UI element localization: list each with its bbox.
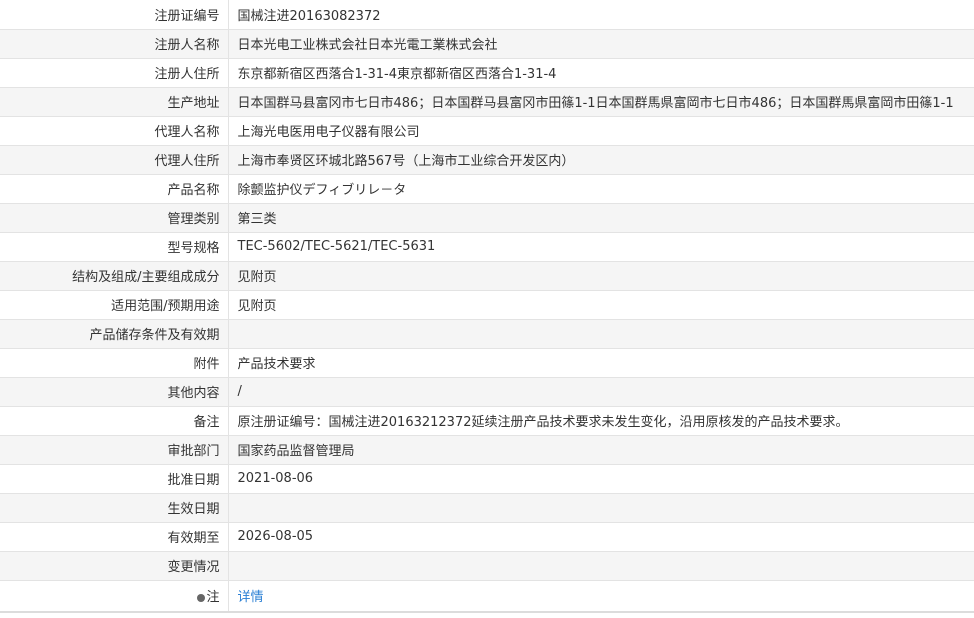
table-row: 注册人住所 东京都新宿区西落合1-31-4東京都新宿区西落合1-31-4 bbox=[0, 58, 974, 88]
field-value: 国家药品监督管理局 bbox=[228, 435, 974, 465]
field-value: 日本国群马县富冈市七日市486；日本国群马县富冈市田篠1-1日本国群馬県富岡市七… bbox=[228, 87, 974, 117]
field-label: 型号规格 bbox=[0, 232, 229, 262]
field-value bbox=[228, 493, 974, 523]
field-label: 有效期至 bbox=[0, 522, 229, 552]
table-row: 型号规格 TEC-5602/TEC-5621/TEC-5631 bbox=[0, 232, 974, 262]
table-row: 产品储存条件及有效期 bbox=[0, 319, 974, 349]
table-row: 产品名称 除颤监护仪デフィブリレ－タ bbox=[0, 174, 974, 204]
field-value: 原注册证编号：国械注进20163212372延续注册产品技术要求未发生变化，沿用… bbox=[228, 406, 974, 436]
table-row: 变更情况 bbox=[0, 551, 974, 581]
record-table-body: 注册证编号 国械注进20163082372 注册人名称 日本光电工业株式会社日本… bbox=[0, 0, 974, 613]
table-row: 注册人名称 日本光电工业株式会社日本光電工業株式会社 bbox=[0, 29, 974, 59]
field-value: 上海光电医用电子仪器有限公司 bbox=[228, 116, 974, 146]
pin-icon bbox=[197, 594, 206, 603]
field-value: 2026-08-05 bbox=[228, 522, 974, 552]
field-label: 产品名称 bbox=[0, 174, 229, 204]
field-label: 代理人住所 bbox=[0, 145, 229, 175]
field-label: 结构及组成/主要组成成分 bbox=[0, 261, 229, 291]
table-row: 其他内容 / bbox=[0, 377, 974, 407]
field-label: 注册证编号 bbox=[0, 0, 229, 30]
field-value: 上海市奉贤区环城北路567号（上海市工业综合开发区内） bbox=[228, 145, 974, 175]
table-row: 注册证编号 国械注进20163082372 bbox=[0, 0, 974, 30]
field-label: 管理类别 bbox=[0, 203, 229, 233]
table-row: 代理人住所 上海市奉贤区环城北路567号（上海市工业综合开发区内） bbox=[0, 145, 974, 175]
field-label: 适用范围/预期用途 bbox=[0, 290, 229, 320]
table-row: 附件 产品技术要求 bbox=[0, 348, 974, 378]
field-value: 除颤监护仪デフィブリレ－タ bbox=[228, 174, 974, 204]
detail-link[interactable]: 详情 bbox=[238, 590, 264, 605]
note-label-cell: 注 bbox=[0, 580, 229, 613]
table-row: 结构及组成/主要组成成分 见附页 bbox=[0, 261, 974, 291]
note-row: 注 详情 bbox=[0, 580, 974, 613]
field-label: 注册人住所 bbox=[0, 58, 229, 88]
table-row: 批准日期 2021-08-06 bbox=[0, 464, 974, 494]
field-label: 批准日期 bbox=[0, 464, 229, 494]
field-value bbox=[228, 319, 974, 349]
field-value: 东京都新宿区西落合1-31-4東京都新宿区西落合1-31-4 bbox=[228, 58, 974, 88]
table-row: 代理人名称 上海光电医用电子仪器有限公司 bbox=[0, 116, 974, 146]
field-label: 审批部门 bbox=[0, 435, 229, 465]
note-value-cell: 详情 bbox=[228, 580, 974, 613]
table-row: 生效日期 bbox=[0, 493, 974, 523]
field-label: 其他内容 bbox=[0, 377, 229, 407]
field-value: TEC-5602/TEC-5621/TEC-5631 bbox=[228, 232, 974, 262]
field-value: 产品技术要求 bbox=[228, 348, 974, 378]
field-label: 备注 bbox=[0, 406, 229, 436]
table-row: 生产地址 日本国群马县富冈市七日市486；日本国群马县富冈市田篠1-1日本国群馬… bbox=[0, 87, 974, 117]
table-row: 审批部门 国家药品监督管理局 bbox=[0, 435, 974, 465]
field-value: 见附页 bbox=[228, 290, 974, 320]
table-row: 管理类别 第三类 bbox=[0, 203, 974, 233]
field-value: 见附页 bbox=[228, 261, 974, 291]
field-value bbox=[228, 551, 974, 581]
table-row: 备注 原注册证编号：国械注进20163212372延续注册产品技术要求未发生变化… bbox=[0, 406, 974, 436]
field-label: 代理人名称 bbox=[0, 116, 229, 146]
table-row: 适用范围/预期用途 见附页 bbox=[0, 290, 974, 320]
field-value: 第三类 bbox=[228, 203, 974, 233]
field-value: / bbox=[228, 377, 974, 407]
field-value: 国械注进20163082372 bbox=[228, 0, 974, 30]
registration-record-table: 注册证编号 国械注进20163082372 注册人名称 日本光电工业株式会社日本… bbox=[0, 0, 974, 613]
note-label: 注 bbox=[206, 590, 220, 606]
field-label: 注册人名称 bbox=[0, 29, 229, 59]
field-value: 2021-08-06 bbox=[228, 464, 974, 494]
field-label: 生效日期 bbox=[0, 493, 229, 523]
field-label: 生产地址 bbox=[0, 87, 229, 117]
field-value: 日本光电工业株式会社日本光電工業株式会社 bbox=[228, 29, 974, 59]
table-row: 有效期至 2026-08-05 bbox=[0, 522, 974, 552]
field-label: 变更情况 bbox=[0, 551, 229, 581]
field-label: 产品储存条件及有效期 bbox=[0, 319, 229, 349]
field-label: 附件 bbox=[0, 348, 229, 378]
